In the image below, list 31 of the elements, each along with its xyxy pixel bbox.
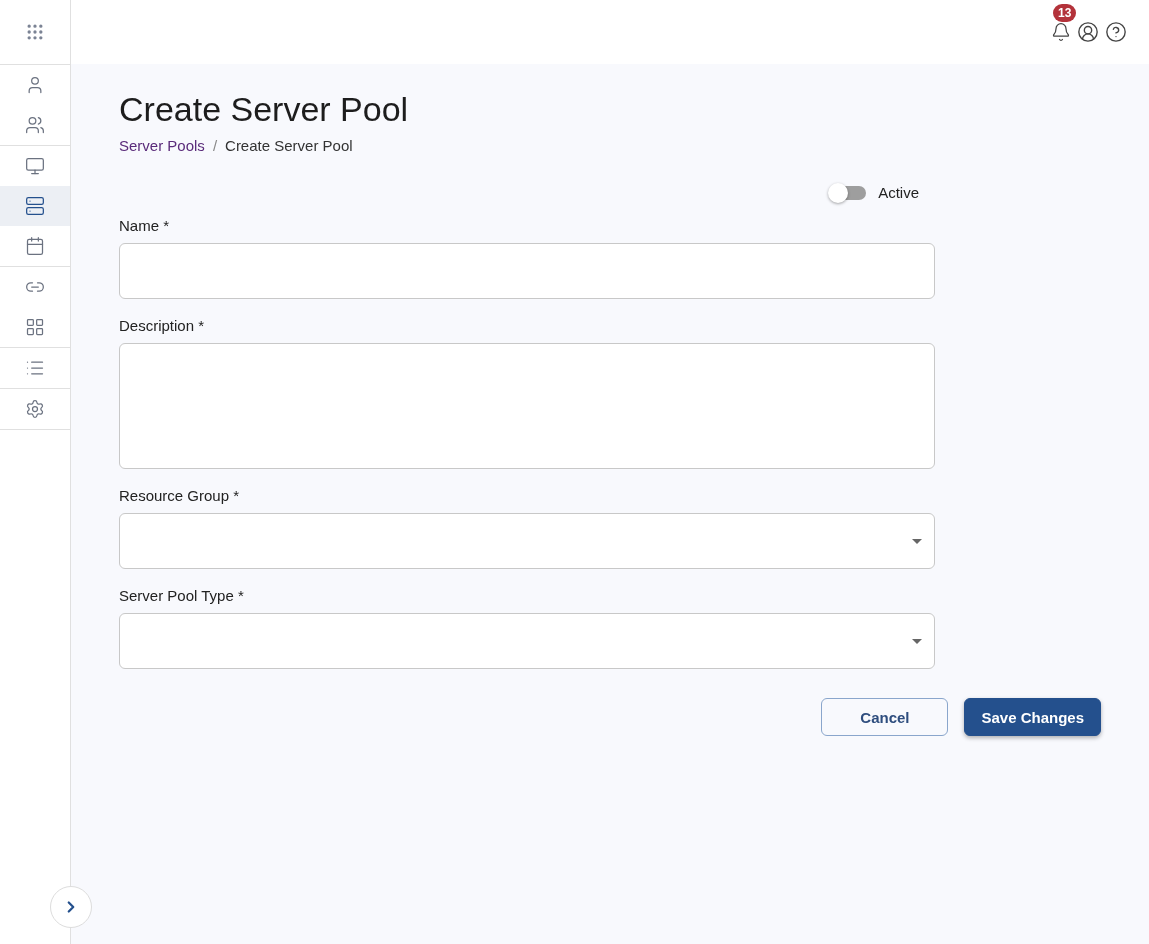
caret-icon — [912, 638, 922, 644]
breadcrumb-link[interactable]: Server Pools — [119, 137, 205, 154]
select-field[interactable] — [119, 613, 935, 669]
textarea-field[interactable] — [119, 343, 935, 469]
breadcrumb-separator: / — [212, 137, 218, 154]
notification-badge: 13 — [1053, 4, 1077, 22]
grid-icon — [25, 317, 45, 337]
calendar-icon — [25, 236, 45, 256]
server-icon — [25, 196, 45, 216]
sidebar-item[interactable] — [0, 186, 70, 226]
toggle-label: Active — [878, 184, 919, 201]
field-label: Resource Group * — [119, 487, 241, 504]
help-icon[interactable] — [1105, 21, 1127, 43]
monitor-icon — [25, 156, 45, 176]
save-button[interactable]: Save Changes — [964, 698, 1101, 736]
settings-icon — [25, 399, 45, 419]
select-field[interactable] — [119, 513, 935, 569]
active-toggle[interactable] — [830, 185, 867, 200]
expand-button[interactable] — [50, 886, 92, 928]
cancel-button[interactable]: Cancel — [821, 698, 949, 736]
users-icon — [25, 115, 45, 135]
apps-icon[interactable] — [25, 22, 45, 42]
bell-icon[interactable] — [1051, 22, 1071, 42]
account-icon[interactable] — [1077, 21, 1099, 43]
caret-icon — [912, 538, 922, 544]
field-label: Description * — [119, 317, 206, 334]
breadcrumb-current: Create Server Pool — [225, 137, 353, 154]
field-label: Server Pool Type * — [119, 587, 245, 604]
input-field[interactable] — [119, 243, 935, 299]
page-title: Create Server Pool — [119, 90, 410, 129]
field-label: Name * — [119, 217, 171, 234]
